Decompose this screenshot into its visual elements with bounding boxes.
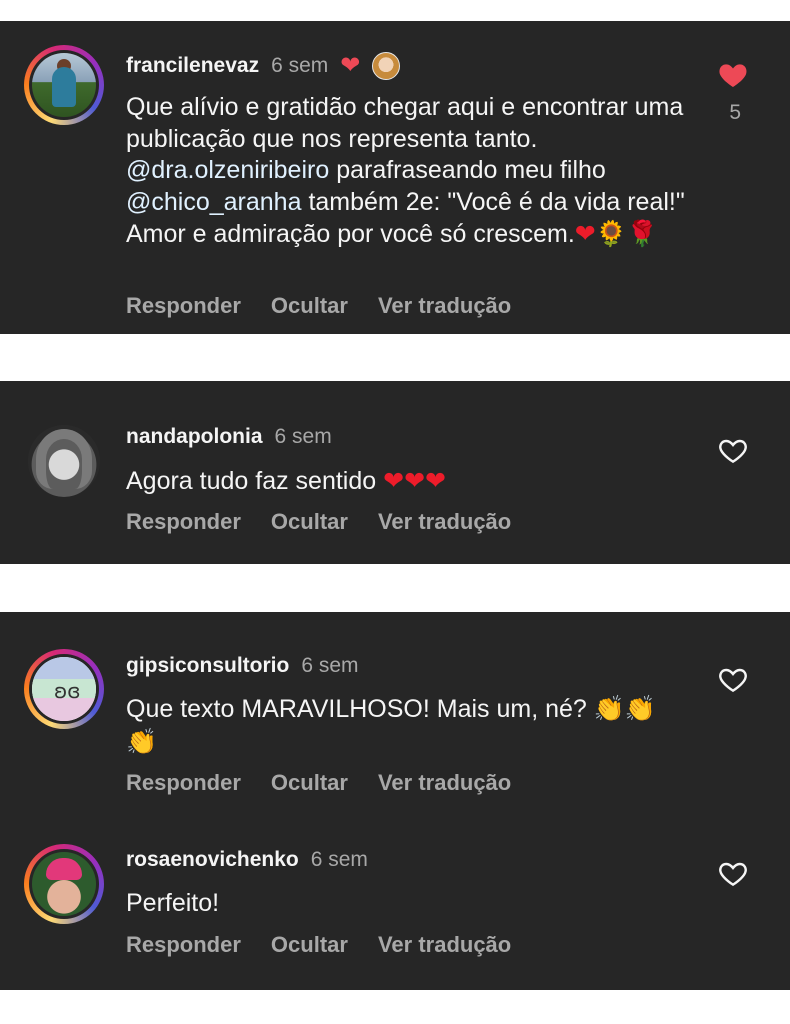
avatar-hair bbox=[36, 429, 92, 489]
comment-meta: nandapolonia 6 sem bbox=[126, 425, 332, 449]
hide-button[interactable]: Ocultar bbox=[271, 932, 348, 958]
translate-button[interactable]: Ver tradução bbox=[378, 932, 511, 958]
mention-link[interactable]: @chico_aranha bbox=[126, 188, 302, 216]
like-button[interactable] bbox=[716, 857, 750, 891]
translate-button[interactable]: Ver tradução bbox=[378, 770, 511, 796]
avatar[interactable]: ʚɞ bbox=[24, 649, 104, 729]
translate-button[interactable]: Ver tradução bbox=[378, 509, 511, 535]
heart-emoji: ❤ bbox=[425, 466, 446, 495]
comment-text-part: Que alívio e gratidão chegar aqui e enco… bbox=[126, 93, 684, 153]
like-button[interactable] bbox=[716, 434, 750, 468]
hide-button[interactable]: Ocultar bbox=[271, 293, 348, 319]
heart-filled-icon bbox=[719, 64, 747, 87]
reply-button[interactable]: Responder bbox=[126, 293, 241, 319]
heart-emoji: ❤ bbox=[383, 466, 405, 495]
comment-actions: Responder Ocultar Ver tradução bbox=[126, 293, 511, 319]
reply-button[interactable]: Responder bbox=[126, 770, 241, 796]
translate-button[interactable]: Ver tradução bbox=[378, 293, 511, 319]
hide-button[interactable]: Ocultar bbox=[271, 770, 348, 796]
avatar[interactable] bbox=[24, 45, 104, 125]
avatar-photo: ʚɞ bbox=[32, 657, 96, 721]
sunflower-emoji: 🌻 bbox=[595, 219, 627, 248]
clapping-hands-emoji: 👏 bbox=[126, 726, 158, 756]
timestamp: 6 sem bbox=[301, 654, 359, 677]
like-button[interactable] bbox=[716, 58, 750, 92]
comment-text-part: parafraseando meu filho bbox=[329, 156, 606, 184]
avatar-photo bbox=[32, 852, 96, 916]
heart-icon: ❤ bbox=[340, 52, 361, 79]
avatar-photo bbox=[28, 425, 100, 497]
heart-emoji: ❤ bbox=[574, 219, 596, 248]
heart-emoji: ❤ bbox=[404, 466, 426, 495]
clapping-hands-emoji: 👏 bbox=[624, 694, 657, 723]
avatar[interactable] bbox=[28, 425, 100, 497]
comment-meta: rosaenovichenko 6 sem bbox=[126, 848, 368, 872]
rose-emoji: 🌹 bbox=[626, 219, 659, 248]
comment-meta: gipsiconsultorio 6 sem bbox=[126, 654, 359, 678]
username[interactable]: gipsiconsultorio bbox=[126, 654, 289, 678]
avatar-ring-inner bbox=[29, 50, 99, 120]
butterfly-icon: ʚɞ bbox=[54, 679, 81, 703]
reply-button[interactable]: Responder bbox=[126, 932, 241, 958]
heart-outline-icon bbox=[719, 668, 747, 693]
comment-card-2: nandapolonia 6 sem Agora tudo faz sentid… bbox=[0, 381, 790, 564]
username[interactable]: nandapolonia bbox=[126, 425, 263, 449]
avatar[interactable] bbox=[24, 844, 104, 924]
timestamp: 6 sem bbox=[271, 53, 329, 77]
author-liked-avatar bbox=[372, 51, 401, 80]
comment-text: Que texto MARAVILHOSO! Mais um, né? 👏👏👏 bbox=[126, 693, 686, 758]
timestamp: 6 sem bbox=[274, 425, 332, 448]
clapping-hands-emoji: 👏 bbox=[593, 694, 625, 723]
comment-card-1: francilenevaz 6 sem ❤ Que alívio e grati… bbox=[0, 21, 790, 334]
avatar-figure-body bbox=[52, 67, 76, 107]
reply-button[interactable]: Responder bbox=[126, 509, 241, 535]
username[interactable]: rosaenovichenko bbox=[126, 848, 299, 872]
hide-button[interactable]: Ocultar bbox=[271, 509, 348, 535]
comment-meta: francilenevaz 6 sem ❤ bbox=[126, 51, 401, 80]
heart-outline-icon bbox=[719, 862, 747, 887]
avatar-ring-inner bbox=[29, 849, 99, 919]
heart-outline-icon bbox=[719, 439, 747, 464]
avatar-band bbox=[32, 657, 96, 679]
comment-card-3: ʚɞ gipsiconsultorio 6 sem Que texto MARA… bbox=[0, 612, 790, 990]
comment-actions: Responder Ocultar Ver tradução bbox=[126, 509, 511, 535]
comment-text: Que alívio e gratidão chegar aqui e enco… bbox=[126, 92, 686, 251]
avatar-photo bbox=[32, 53, 96, 117]
comment-text: Agora tudo faz sentido ❤❤❤ bbox=[126, 465, 686, 498]
comment-text-part: Perfeito! bbox=[126, 889, 220, 917]
comment-actions: Responder Ocultar Ver tradução bbox=[126, 770, 511, 796]
avatar-ring-inner: ʚɞ bbox=[29, 654, 99, 724]
comment-text-part: Agora tudo faz sentido bbox=[126, 467, 384, 495]
comment-text-part: Que texto MARAVILHOSO! Mais um, né? bbox=[126, 695, 594, 723]
comment-actions: Responder Ocultar Ver tradução bbox=[126, 932, 511, 958]
avatar-hair bbox=[46, 858, 82, 880]
username[interactable]: francilenevaz bbox=[126, 54, 259, 78]
comment-text: Perfeito! bbox=[126, 888, 686, 920]
like-count: 5 bbox=[729, 101, 741, 124]
timestamp: 6 sem bbox=[310, 848, 368, 871]
mention-link[interactable]: @dra.olzeniribeiro bbox=[126, 156, 329, 184]
like-button[interactable] bbox=[716, 663, 750, 697]
